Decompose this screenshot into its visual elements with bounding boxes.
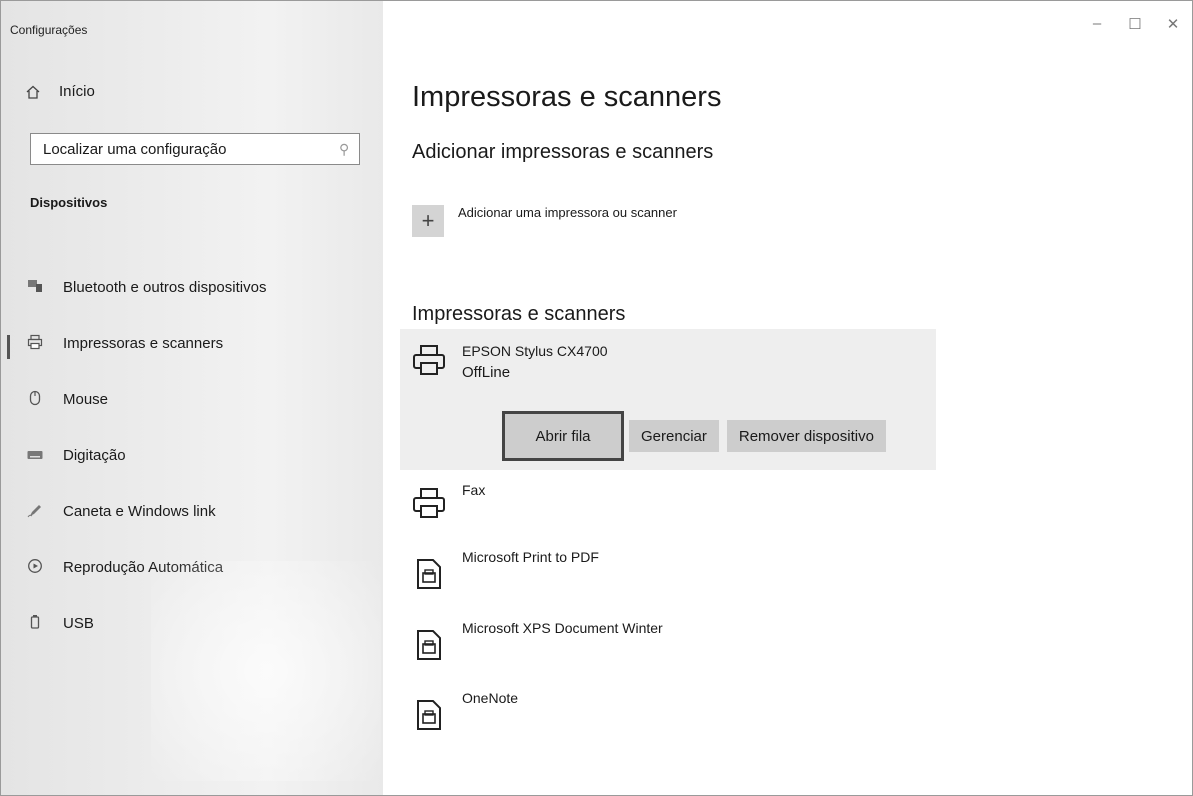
- autoplay-icon: [27, 558, 43, 577]
- document-printer-icon: [412, 557, 446, 591]
- maximize-button[interactable]: ☐: [1116, 15, 1154, 33]
- device-item-fax[interactable]: Fax: [412, 482, 485, 520]
- sidebar-item-autoplay[interactable]: Reprodução Automática: [1, 539, 383, 595]
- sidebar-item-label: Reprodução Automática: [63, 558, 224, 576]
- home-icon: [25, 84, 41, 100]
- remove-device-button[interactable]: Remover dispositivo: [726, 420, 886, 452]
- sidebar-item-label: Mouse: [63, 390, 109, 408]
- device-name: Microsoft Print to PDF: [462, 549, 599, 565]
- sidebar-item-printers[interactable]: Impressoras e scanners: [1, 315, 383, 371]
- search-input[interactable]: [41, 139, 339, 159]
- manage-button[interactable]: Gerenciar: [629, 420, 719, 452]
- device-name: EPSON Stylus CX4700: [462, 343, 608, 359]
- main-content: – ☐ ✕ Impressoras e scanners Adicionar i…: [383, 1, 1192, 795]
- sidebar-item-mouse[interactable]: Mouse: [1, 371, 383, 427]
- search-box[interactable]: ⚲: [30, 133, 360, 165]
- sidebar-item-label: Digitação: [63, 446, 126, 464]
- usb-icon: [27, 614, 43, 633]
- sidebar-item-label: USB: [63, 614, 94, 632]
- add-printer-label: Adicionar uma impressora ou scanner: [458, 205, 677, 220]
- printer-icon: [27, 334, 43, 353]
- keyboard-icon: [27, 447, 43, 463]
- open-queue-button[interactable]: Abrir fila: [502, 411, 624, 461]
- device-item-onenote[interactable]: OneNote: [412, 690, 518, 732]
- close-button[interactable]: ✕: [1154, 15, 1192, 33]
- sidebar-item-label: Impressoras e scanners: [63, 334, 224, 352]
- device-status: OffLine: [462, 364, 511, 381]
- bluetooth-devices-icon: [27, 279, 43, 296]
- plus-icon: +: [412, 205, 444, 237]
- device-item-epson[interactable]: EPSON Stylus CX4700 OffLine: [412, 343, 608, 381]
- device-name: Fax: [462, 482, 486, 498]
- document-printer-icon: [412, 628, 446, 662]
- device-item-print-to-pdf[interactable]: Microsoft Print to PDF: [412, 549, 599, 591]
- home-nav-item[interactable]: Início: [25, 83, 95, 100]
- minimize-button[interactable]: –: [1078, 15, 1116, 33]
- app-title: Configurações: [10, 23, 88, 37]
- device-name: OneNote: [462, 690, 519, 706]
- device-name: Microsoft XPS Document Winter: [462, 620, 663, 636]
- sidebar-item-bluetooth[interactable]: Bluetooth e outros dispositivos: [1, 259, 383, 315]
- mouse-icon: [27, 390, 43, 409]
- device-actions: Abrir fila Gerenciar Remover dispositivo: [502, 411, 886, 461]
- printer-icon: [412, 486, 446, 520]
- printers-list-title: Impressoras e scanners: [412, 303, 626, 325]
- sidebar-item-label: Caneta e Windows link: [63, 502, 216, 520]
- settings-window: Configurações Início ⚲ Dispositivos Blue…: [0, 0, 1193, 796]
- document-printer-icon: [412, 698, 446, 732]
- page-title: Impressoras e scanners: [412, 81, 722, 113]
- device-item-xps[interactable]: Microsoft XPS Document Winter: [412, 620, 663, 662]
- window-controls: – ☐ ✕: [1078, 15, 1192, 33]
- sidebar: Configurações Início ⚲ Dispositivos Blue…: [1, 1, 383, 795]
- pen-icon: [27, 502, 43, 521]
- sidebar-section-title: Dispositivos: [30, 195, 108, 210]
- add-printer-button[interactable]: + Adicionar uma impressora ou scanner: [412, 199, 677, 237]
- add-section-title: Adicionar impressoras e scanners: [412, 141, 714, 163]
- sidebar-item-label: Bluetooth e outros dispositivos: [63, 278, 267, 296]
- sidebar-item-usb[interactable]: USB: [1, 595, 383, 651]
- sidebar-item-typing[interactable]: Digitação: [1, 427, 383, 483]
- printer-icon: [412, 343, 446, 377]
- home-label: Início: [59, 83, 95, 100]
- search-icon: ⚲: [338, 140, 349, 157]
- sidebar-nav: Bluetooth e outros dispositivos Impresso…: [1, 259, 383, 651]
- sidebar-item-pen[interactable]: Caneta e Windows link: [1, 483, 383, 539]
